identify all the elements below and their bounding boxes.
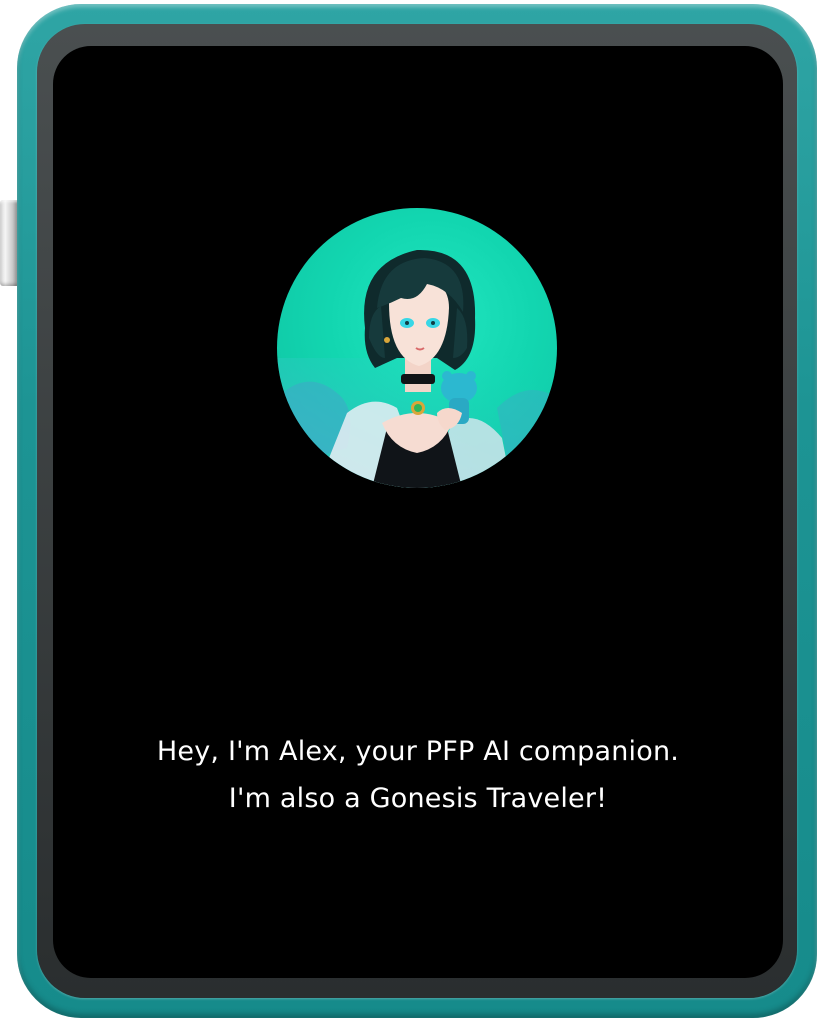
device-screen: Hey, I'm Alex, your PFP AI companion. I'… <box>53 46 783 978</box>
greeting-line-2: I'm also a Gonesis Traveler! <box>228 783 608 814</box>
side-crown-button[interactable] <box>0 200 18 286</box>
greeting-line-1: Hey, I'm Alex, your PFP AI companion. <box>156 736 680 767</box>
device-shell: Hey, I'm Alex, your PFP AI companion. I'… <box>17 4 817 1018</box>
app-stage: Hey, I'm Alex, your PFP AI companion. I'… <box>0 0 823 1020</box>
companion-avatar[interactable] <box>277 208 557 488</box>
avatar-illustration <box>277 249 557 488</box>
companion-greeting: Hey, I'm Alex, your PFP AI companion. I'… <box>53 728 783 822</box>
voice-waveform <box>260 606 579 672</box>
